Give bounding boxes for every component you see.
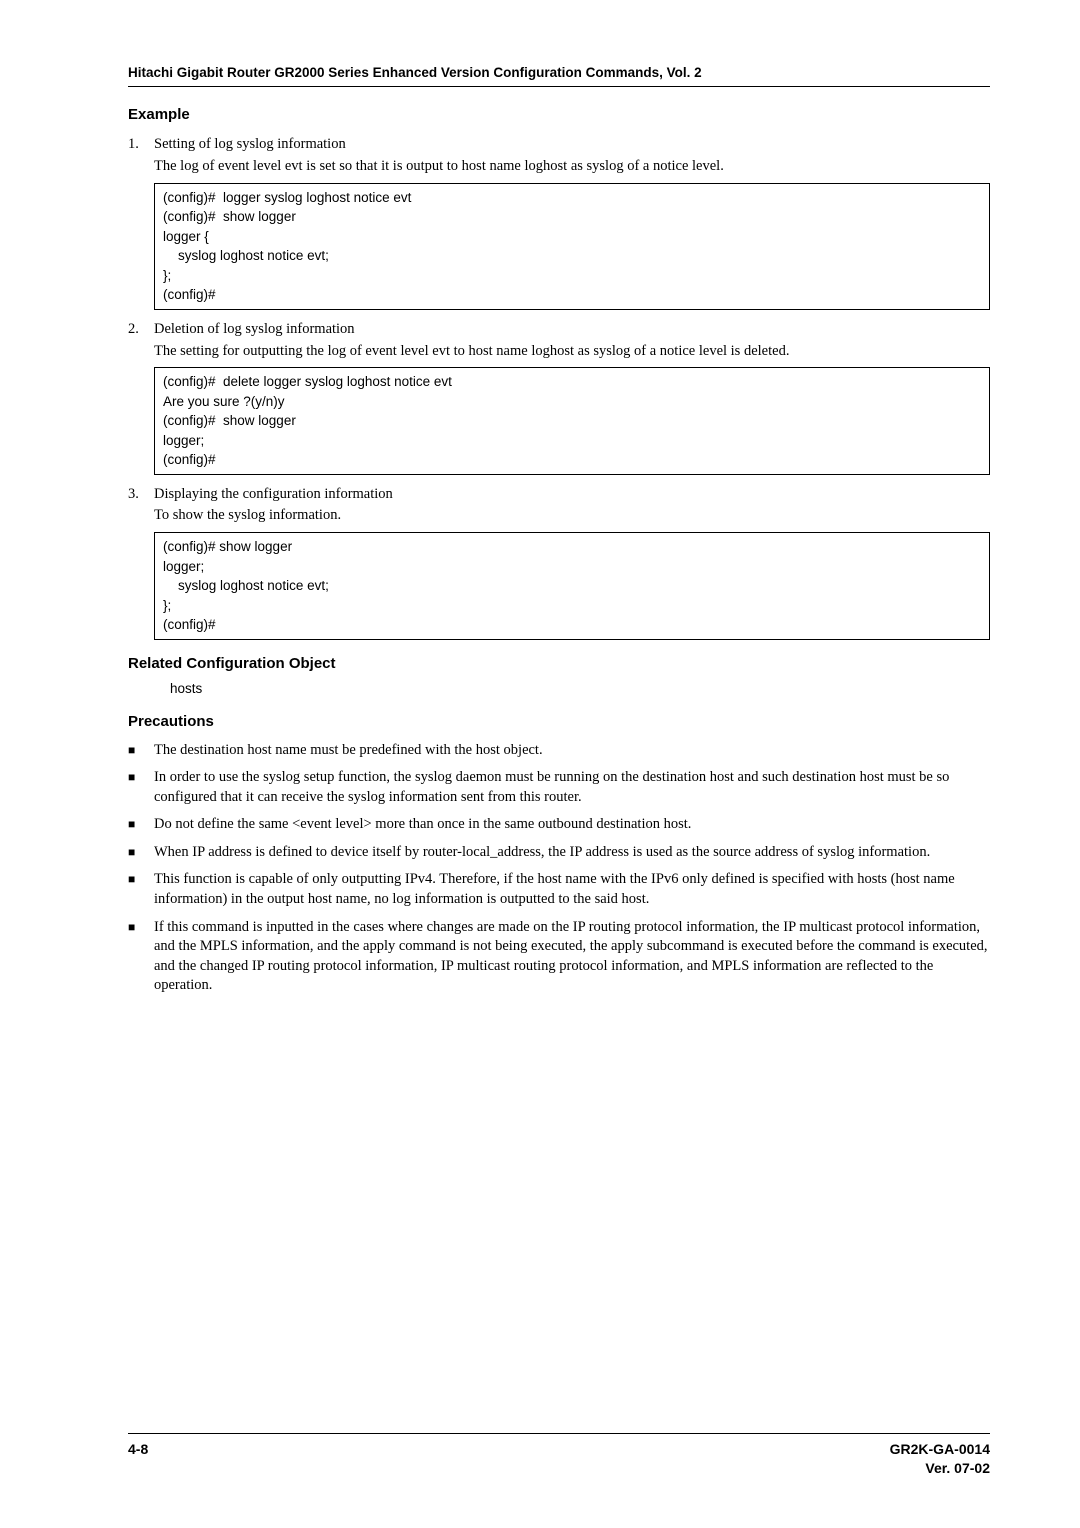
list-item: ■ The destination host name must be pred… [128,741,990,761]
example-2-desc: The setting for outputting the log of ev… [154,342,990,362]
page-footer: 4-8 GR2K-GA-0014 Ver. 07-02 [128,1433,990,1478]
list-item: ■ Do not define the same <event level> m… [128,815,990,835]
footer-doc-id: GR2K-GA-0014 [890,1440,990,1459]
example-3-desc: To show the syslog information. [154,506,990,526]
bullet-icon: ■ [128,768,154,807]
list-item: ■ In order to use the syslog setup funct… [128,768,990,807]
example-2-code: (config)# delete logger syslog loghost n… [154,367,990,475]
bullet-icon: ■ [128,918,154,996]
list-item: ■ This function is capable of only outpu… [128,870,990,909]
footer-page-number: 4-8 [128,1440,148,1478]
bullet-icon: ■ [128,815,154,835]
running-header: Hitachi Gigabit Router GR2000 Series Enh… [128,64,990,82]
example-3-number: 3. [128,485,154,505]
precaution-text: Do not define the same <event level> mor… [154,815,990,835]
precautions-heading: Precautions [128,712,990,732]
precaution-text: If this command is inputted in the cases… [154,918,990,996]
example-2-title: Deletion of log syslog information [154,320,990,340]
example-3-title: Displaying the configuration information [154,485,990,505]
related-config-value: hosts [170,680,990,698]
example-heading: Example [128,105,990,125]
precaution-text: When IP address is defined to device its… [154,843,990,863]
footer-rule [128,1433,990,1434]
example-item-3: 3. Displaying the configuration informat… [128,485,990,505]
example-1-number: 1. [128,135,154,155]
precaution-text: This function is capable of only outputt… [154,870,990,909]
example-1-code: (config)# logger syslog loghost notice e… [154,183,990,310]
example-3-code: (config)# show logger logger; syslog log… [154,532,990,640]
bullet-icon: ■ [128,870,154,909]
header-rule [128,86,990,87]
example-1-desc: The log of event level evt is set so tha… [154,157,990,177]
example-1-title: Setting of log syslog information [154,135,990,155]
bullet-icon: ■ [128,843,154,863]
precaution-text: The destination host name must be predef… [154,741,990,761]
footer-version: Ver. 07-02 [890,1459,990,1478]
example-item-1: 1. Setting of log syslog information [128,135,990,155]
precaution-text: In order to use the syslog setup functio… [154,768,990,807]
related-config-heading: Related Configuration Object [128,654,990,674]
list-item: ■ If this command is inputted in the cas… [128,918,990,996]
list-item: ■ When IP address is defined to device i… [128,843,990,863]
example-2-number: 2. [128,320,154,340]
example-item-2: 2. Deletion of log syslog information [128,320,990,340]
precautions-list: ■ The destination host name must be pred… [128,741,990,996]
bullet-icon: ■ [128,741,154,761]
